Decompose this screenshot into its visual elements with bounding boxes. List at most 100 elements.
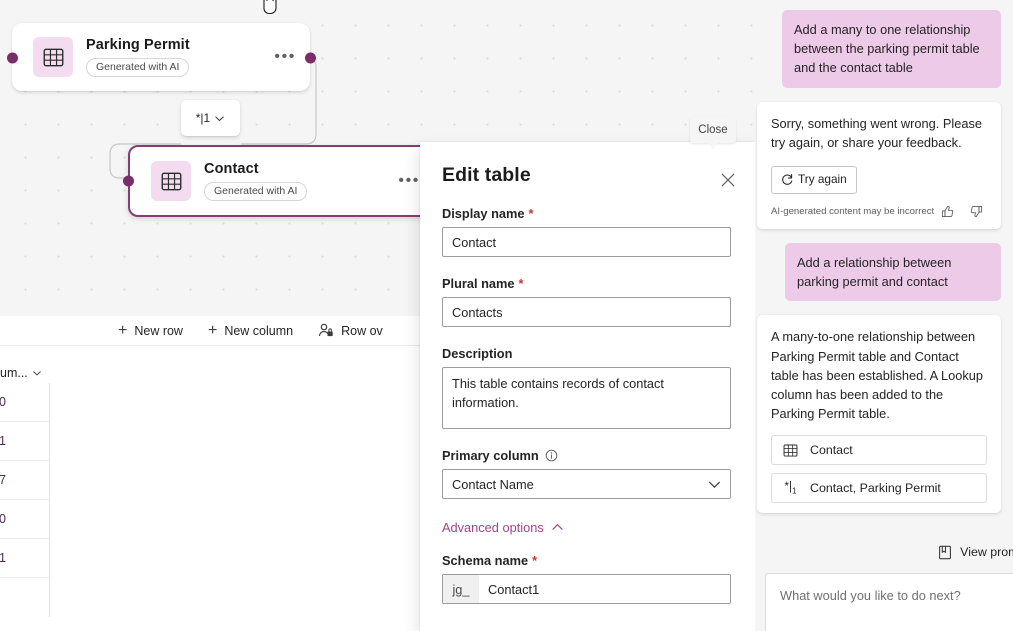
plus-icon: + — [207, 321, 218, 339]
close-icon-glyph — [721, 173, 735, 187]
chat-messages[interactable]: Add a many to one relationship between t… — [755, 0, 1013, 528]
chevron-down-icon — [215, 115, 224, 121]
advanced-options-label: Advanced options — [442, 520, 544, 535]
grid-rows: 0 1 7 0 1 — [0, 383, 50, 617]
copilot-chat-panel: Add a many to one relationship between t… — [755, 0, 1013, 631]
table-card-more-button[interactable]: ••• — [274, 49, 296, 65]
table-card-text: Parking Permit Generated with AI — [86, 37, 190, 78]
ai-disclaimer-row: AI-generated content may be incorrect — [771, 205, 987, 219]
primary-column-select[interactable]: Contact Name — [442, 469, 731, 499]
connector-port-left[interactable] — [123, 175, 134, 187]
ai-generated-chip: Generated with AI — [86, 57, 190, 78]
description-label: Description — [442, 346, 513, 361]
view-prompts-label: View prompts — [960, 545, 1013, 559]
row-ownership-icon — [319, 323, 333, 337]
refresh-icon — [782, 174, 793, 186]
plural-name-field-group: Plural name * Contacts — [442, 276, 738, 327]
connector-port-right[interactable] — [305, 52, 316, 64]
chat-message-assistant-error: Sorry, something went wrong. Please try … — [757, 101, 1001, 230]
try-again-label: Try again — [798, 171, 847, 186]
relationship-cardinality-badge[interactable]: *|1 — [181, 100, 240, 136]
table-row[interactable]: 0 — [0, 383, 50, 422]
view-prompts-button[interactable]: View prompts — [755, 538, 1013, 566]
chat-message-user: Add a many to one relationship between t… — [782, 10, 1001, 88]
dialog-title: Edit table — [442, 164, 531, 186]
row-ownership-button[interactable]: Row ov — [318, 323, 383, 338]
table-card-parking-permit[interactable]: Parking Permit Generated with AI ••• — [7, 23, 316, 91]
table-card-contact[interactable]: Contact Generated with AI ••• — [123, 145, 441, 217]
display-name-label: Display name * — [442, 206, 738, 221]
thumbs-up-icon[interactable] — [941, 205, 954, 218]
new-column-button[interactable]: + New column — [207, 321, 294, 339]
primary-column-label-text: Primary column — [442, 448, 539, 463]
advanced-options-toggle[interactable]: Advanced options — [442, 520, 738, 535]
table-grid-pane: + New row + New column Row ov um... 0 1 … — [0, 316, 420, 631]
entity-label: Contact — [810, 443, 853, 458]
close-icon[interactable] — [714, 166, 742, 194]
schema-name-field-group: Schema name * jg_ Contact1 — [442, 553, 738, 604]
description-textarea[interactable]: This table contains records of contact i… — [442, 367, 731, 429]
grid-column-header[interactable]: um... — [0, 362, 60, 384]
table-icon — [783, 444, 798, 457]
chat-composer[interactable]: What would you like to do next? — [765, 573, 1013, 631]
plural-name-label: Plural name * — [442, 276, 738, 291]
chat-message-user: Add a relationship between parking permi… — [785, 243, 1001, 302]
entity-button-contact[interactable]: Contact — [771, 435, 987, 466]
chat-input-placeholder: What would you like to do next? — [780, 588, 961, 603]
chevron-down-icon — [709, 481, 720, 488]
new-row-label: New row — [134, 323, 183, 338]
chevron-up-icon — [552, 523, 563, 530]
table-row[interactable] — [0, 578, 50, 617]
display-name-label-text: Display name — [442, 206, 525, 221]
plural-name-label-text: Plural name — [442, 276, 515, 291]
ai-disclaimer-text: AI-generated content may be incorrect — [771, 205, 935, 217]
row-ownership-label: Row ov — [341, 323, 383, 338]
display-name-field-group: Display name * Contact — [442, 206, 738, 257]
table-icon — [151, 161, 191, 201]
grid-column-header-label: um... — [0, 366, 28, 380]
new-row-button[interactable]: + New row — [118, 321, 183, 339]
primary-column-value: Contact Name — [452, 476, 534, 492]
required-marker: * — [532, 553, 538, 568]
grab-hand-cursor — [263, 0, 277, 15]
required-marker: * — [528, 206, 534, 221]
table-card-more-button[interactable]: ••• — [398, 173, 420, 189]
schema-name-label-text: Schema name — [442, 553, 529, 568]
assistant-error-text: Sorry, something went wrong. Please try … — [771, 115, 983, 150]
table-icon — [33, 37, 73, 77]
edit-table-dialog: Edit table Display name * Contact Plural… — [420, 142, 760, 631]
table-row[interactable]: 7 — [0, 461, 50, 500]
display-name-input[interactable]: Contact — [442, 227, 731, 257]
table-icon-glyph — [43, 48, 63, 66]
schema-name-value[interactable]: Contact1 — [479, 575, 730, 603]
schema-prefix: jg_ — [443, 575, 479, 603]
table-card-text: Contact Generated with AI — [204, 161, 308, 202]
relationship-icon: *|1 — [784, 481, 797, 496]
table-card-title: Parking Permit — [86, 36, 190, 53]
plural-name-input[interactable]: Contacts — [442, 297, 731, 327]
entity-button-relationship[interactable]: *|1 Contact, Parking Permit — [771, 473, 987, 504]
table-row[interactable]: 1 — [0, 422, 50, 461]
required-marker: * — [518, 276, 524, 291]
connector-port-left[interactable] — [7, 52, 18, 64]
book-icon — [939, 545, 952, 559]
primary-column-label: Primary column — [442, 448, 738, 463]
schema-name-input[interactable]: jg_ Contact1 — [442, 574, 731, 604]
entity-label: Contact, Parking Permit — [810, 481, 941, 496]
cardinality-label: *|1 — [195, 111, 211, 125]
table-row[interactable]: 0 — [0, 500, 50, 539]
schema-name-label: Schema name * — [442, 553, 738, 568]
chevron-down-icon — [33, 371, 41, 376]
new-column-label: New column — [224, 323, 294, 338]
close-tooltip: Close — [690, 117, 736, 149]
assistant-text: A many-to-one relationship between Parki… — [771, 329, 984, 422]
plus-icon: + — [118, 321, 128, 339]
feedback-icons — [941, 205, 983, 218]
info-icon[interactable] — [545, 449, 558, 462]
ai-generated-chip: Generated with AI — [204, 181, 308, 202]
table-row[interactable]: 1 — [0, 539, 50, 578]
table-icon-glyph — [161, 172, 181, 190]
chat-message-assistant: A many-to-one relationship between Parki… — [757, 315, 1001, 514]
thumbs-down-icon[interactable] — [970, 205, 983, 218]
try-again-button[interactable]: Try again — [771, 165, 857, 194]
